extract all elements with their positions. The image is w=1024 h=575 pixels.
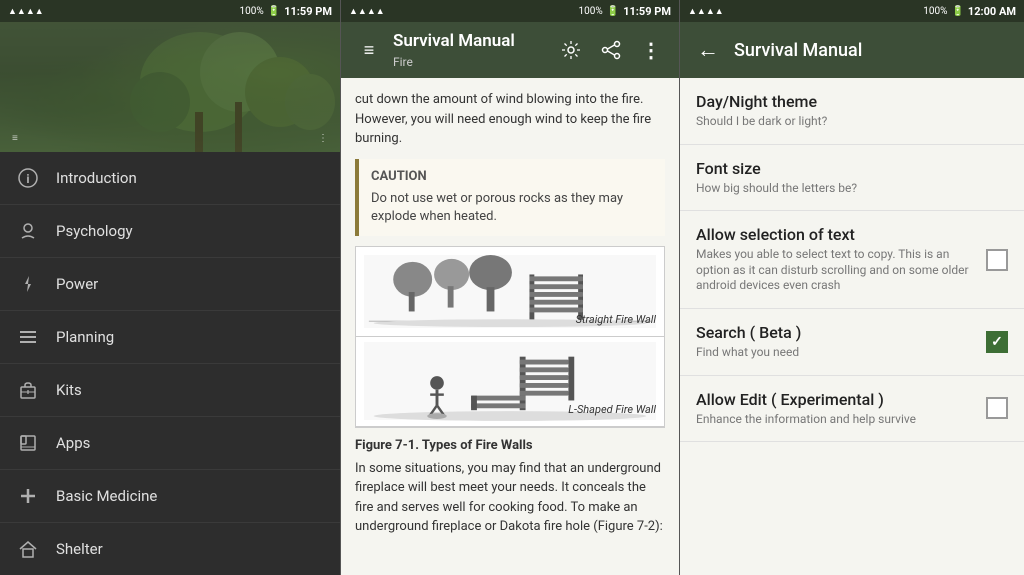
nav-item-apps[interactable]: Apps (0, 417, 340, 470)
content-body: cut down the amount of wind blowing into… (341, 78, 679, 575)
straight-fire-wall-image: Straight Fire Wall (356, 247, 664, 337)
setting-font-size-title: Font size (696, 159, 1008, 178)
nav-item-shelter[interactable]: Shelter (0, 523, 340, 575)
medicine-icon (16, 484, 40, 508)
setting-allow-selection-title: Allow selection of text (696, 225, 976, 244)
nav-label-psychology: Psychology (56, 222, 133, 240)
setting-allow-edit-title: Allow Edit ( Experimental ) (696, 390, 976, 409)
nav-label-apps: Apps (56, 434, 90, 452)
body-text: In some situations, you may find that an… (355, 459, 665, 537)
battery-level-2: 100% (579, 6, 603, 17)
setting-day-night[interactable]: Day/Night theme Should I be dark or ligh… (680, 78, 1024, 145)
header-title: Survival Manual (393, 31, 547, 51)
l-shaped-fire-wall-label: L-Shaped Fire Wall (568, 403, 656, 416)
settings-panel: ▲▲▲▲ 100% 🔋 12:00 AM ← Survival Manual D… (680, 0, 1024, 575)
setting-allow-selection-desc: Makes you able to select text to copy. T… (696, 247, 976, 294)
header-title-area: Survival Manual Fire (393, 31, 547, 70)
battery-level-1: 100% (240, 6, 264, 17)
search-beta-checkbox[interactable] (986, 331, 1008, 353)
caution-title: CAUTION (371, 169, 653, 184)
setting-font-size-desc: How big should the letters be? (696, 181, 1008, 197)
time-1: 11:59 PM (284, 5, 332, 18)
signal-icon-2: ▲▲▲▲ (349, 6, 385, 17)
nav-label-shelter: Shelter (56, 540, 103, 558)
allow-edit-checkbox[interactable] (986, 397, 1008, 419)
fire-walls-images: Straight Fire Wall (355, 246, 665, 428)
time-3: 12:00 AM (968, 5, 1016, 18)
setting-search-beta-title: Search ( Beta ) (696, 323, 976, 342)
shelter-icon (16, 537, 40, 561)
content-header: ≡ Survival Manual Fire ⋮ (341, 22, 679, 78)
setting-allow-selection[interactable]: Allow selection of text Makes you able t… (680, 211, 1024, 309)
battery-icon-3: 🔋 (951, 6, 963, 17)
header-icons: ⋮ (555, 34, 667, 66)
nav-label-introduction: Introduction (56, 169, 137, 187)
nav-label-power: Power (56, 275, 98, 293)
nav-label-basic-medicine: Basic Medicine (56, 487, 157, 505)
setting-font-size-text: Font size How big should the letters be? (696, 159, 1008, 197)
settings-title: Survival Manual (734, 40, 862, 61)
status-bar-3: ▲▲▲▲ 100% 🔋 12:00 AM (680, 0, 1024, 22)
nav-item-planning[interactable]: Planning (0, 311, 340, 364)
apps-icon (16, 431, 40, 455)
intro-text: cut down the amount of wind blowing into… (355, 90, 665, 149)
nav-label-kits: Kits (56, 381, 82, 399)
nav-item-basic-medicine[interactable]: Basic Medicine (0, 470, 340, 523)
battery-level-3: 100% (923, 6, 947, 17)
setting-day-night-title: Day/Night theme (696, 92, 1008, 111)
setting-font-size[interactable]: Font size How big should the letters be? (680, 145, 1024, 212)
nav-item-power[interactable]: Power (0, 258, 340, 311)
straight-fire-wall-label: Straight Fire Wall (576, 313, 656, 326)
signal-icon-3: ▲▲▲▲ (688, 6, 724, 17)
setting-search-beta[interactable]: Search ( Beta ) Find what you need (680, 309, 1024, 376)
setting-allow-selection-text: Allow selection of text Makes you able t… (696, 225, 976, 294)
settings-list: Day/Night theme Should I be dark or ligh… (680, 78, 1024, 575)
kits-icon (16, 378, 40, 402)
signal-icon-1: ▲▲▲▲ (8, 6, 44, 17)
l-shaped-fire-wall-image: L-Shaped Fire Wall (356, 337, 664, 427)
header-subtitle: Fire (393, 55, 413, 69)
nav-item-introduction[interactable]: i Introduction (0, 152, 340, 205)
figure-caption: Figure 7-1. Types of Fire Walls (355, 438, 665, 453)
setting-day-night-desc: Should I be dark or light? (696, 114, 1008, 130)
setting-allow-edit-desc: Enhance the information and help survive (696, 412, 976, 428)
svg-text:i: i (26, 172, 29, 186)
setting-search-beta-desc: Find what you need (696, 345, 976, 361)
caution-box: CAUTION Do not use wet or porous rocks a… (355, 159, 665, 236)
setting-day-night-text: Day/Night theme Should I be dark or ligh… (696, 92, 1008, 130)
allow-selection-checkbox[interactable] (986, 249, 1008, 271)
settings-header: ← Survival Manual (680, 22, 1024, 78)
nav-label-planning: Planning (56, 328, 114, 346)
nav-header-image: ≡ ⋮ (0, 22, 340, 152)
time-2: 11:59 PM (623, 5, 671, 18)
nav-item-kits[interactable]: Kits (0, 364, 340, 417)
nav-list: i Introduction Psychology Power Planning (0, 152, 340, 575)
status-bar-2: ▲▲▲▲ 100% 🔋 11:59 PM (341, 0, 679, 22)
status-bar-1: ▲▲▲▲ 100% 🔋 11:59 PM (0, 0, 340, 22)
back-button[interactable]: ← (692, 34, 724, 66)
more-options-button[interactable]: ⋮ (635, 34, 667, 66)
navigation-panel: ▲▲▲▲ 100% 🔋 11:59 PM ≡ ⋮ i Introduc (0, 0, 340, 575)
info-icon: i (16, 166, 40, 190)
share-button[interactable] (595, 34, 627, 66)
psychology-icon (16, 219, 40, 243)
planning-icon (16, 325, 40, 349)
battery-icon-1: 🔋 (268, 6, 280, 17)
setting-allow-edit-text: Allow Edit ( Experimental ) Enhance the … (696, 390, 976, 428)
setting-search-beta-text: Search ( Beta ) Find what you need (696, 323, 976, 361)
caution-text: Do not use wet or porous rocks as they m… (371, 190, 653, 226)
settings-button[interactable] (555, 34, 587, 66)
power-icon (16, 272, 40, 296)
menu-button[interactable]: ≡ (353, 34, 385, 66)
setting-allow-edit[interactable]: Allow Edit ( Experimental ) Enhance the … (680, 376, 1024, 443)
battery-icon-2: 🔋 (607, 6, 619, 17)
content-panel: ▲▲▲▲ 100% 🔋 11:59 PM ≡ Survival Manual F… (340, 0, 680, 575)
nav-item-psychology[interactable]: Psychology (0, 205, 340, 258)
